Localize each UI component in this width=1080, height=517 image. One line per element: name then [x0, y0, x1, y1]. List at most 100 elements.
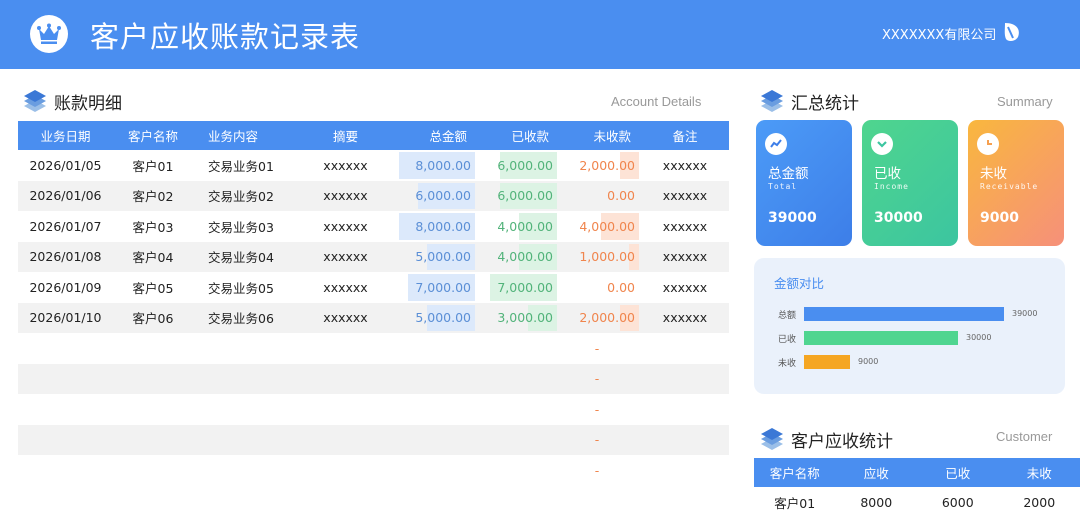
col-header-customer-name[interactable]: 客户名称 [754, 463, 836, 482]
receivable-card[interactable]: 未收 Receivable 9000 [968, 120, 1064, 246]
bar-value-label: 30000 [966, 333, 991, 342]
empty-spacer [18, 394, 559, 425]
cell-received: 3,000.00 [477, 303, 559, 334]
col-header-total[interactable]: 总金额 [393, 121, 477, 150]
income-card[interactable]: 已收 Income 30000 [862, 120, 958, 246]
cell-summary: xxxxxx [298, 150, 393, 181]
cell-date: 2026/01/08 [18, 242, 113, 273]
cell-received: 6,000.00 [477, 150, 559, 181]
cell-outstanding: 0.00 [559, 181, 641, 212]
cell-note: xxxxxx [641, 242, 729, 273]
cell-received: 4,000.00 [477, 242, 559, 273]
col-header-outstanding[interactable]: 未收 [999, 463, 1080, 482]
cell-received-value: 6,000.00 [497, 188, 553, 203]
table-row[interactable]: 2026/01/06客户02交易业务02xxxxxx6,000.006,000.… [18, 181, 729, 212]
summary-heading-text: 汇总统计 [791, 89, 859, 114]
cell-total: 7,000.00 [393, 272, 477, 303]
table-row[interactable]: 2026/01/09客户05交易业务05xxxxxx7,000.007,000.… [18, 272, 729, 303]
cell-customer: 客户06 [113, 303, 193, 334]
cell-outstanding: 4,000.00 [559, 211, 641, 242]
cell-outstanding-placeholder: - [559, 333, 641, 364]
cell-note: xxxxxx [641, 272, 729, 303]
col-header-summary[interactable]: 摘要 [298, 121, 393, 150]
cell-outstanding: 2,000.00 [559, 303, 641, 334]
cell-summary: xxxxxx [298, 181, 393, 212]
customer-heading-text: 客户应收统计 [791, 427, 893, 452]
cell-total: 5,000.00 [393, 303, 477, 334]
table-row[interactable]: 2026/01/08客户04交易业务04xxxxxx5,000.004,000.… [18, 242, 729, 273]
cell-content: 交易业务04 [193, 242, 298, 273]
table-row[interactable]: 2026/01/05客户01交易业务01xxxxxx8,000.006,000.… [18, 150, 729, 181]
bar-label: 已收 [778, 332, 796, 345]
cell-note: xxxxxx [641, 181, 729, 212]
empty-spacer [18, 364, 559, 395]
bar [804, 307, 1004, 321]
cell-received-value: 6,000.00 [497, 158, 553, 173]
empty-row: - [18, 333, 729, 364]
bar-label: 总额 [778, 308, 796, 321]
col-header-content[interactable]: 业务内容 [193, 121, 298, 150]
table-row[interactable]: 2026/01/10客户06交易业务06xxxxxx5,000.003,000.… [18, 303, 729, 334]
cell-content: 交易业务02 [193, 181, 298, 212]
cell-total: 5,000.00 [393, 242, 477, 273]
cell-date: 2026/01/05 [18, 150, 113, 181]
cell-received-value: 3,000.00 [497, 310, 553, 325]
cell-summary: xxxxxx [298, 242, 393, 273]
cell-date: 2026/01/06 [18, 181, 113, 212]
cell-received-value: 4,000.00 [497, 219, 553, 234]
col-header-due[interactable]: 应收 [836, 463, 918, 482]
company-name: XXXXXXX有限公司 [882, 24, 996, 43]
bar [804, 355, 850, 369]
table-row[interactable]: 2026/01/07客户03交易业务03xxxxxx8,000.004,000.… [18, 211, 729, 242]
cell-outstanding-placeholder: - [559, 394, 641, 425]
bar-value-label: 9000 [858, 357, 878, 366]
cell-total-value: 5,000.00 [415, 310, 471, 325]
total-card[interactable]: 总金额 Total 39000 [756, 120, 852, 246]
cell-outstanding-value: 2,000.00 [579, 310, 635, 325]
cell-received-value: 4,000.00 [497, 249, 553, 264]
cell-content: 交易业务05 [193, 272, 298, 303]
customer-heading-en: Customer [996, 429, 1052, 444]
cell-customer: 客户01 [113, 150, 193, 181]
details-table-header: 业务日期 客户名称 业务内容 摘要 总金额 已收款 未收款 备注 [18, 121, 729, 150]
total-card-value: 39000 [768, 210, 817, 226]
customer-table-row[interactable]: 客户01 8000 6000 2000 [754, 487, 1080, 517]
cell-outstanding: 2,000.00 [559, 150, 641, 181]
col-header-customer[interactable]: 客户名称 [113, 121, 193, 150]
cell-date: 2026/01/10 [18, 303, 113, 334]
clock-icon [977, 133, 999, 155]
cell-date: 2026/01/07 [18, 211, 113, 242]
page-title: 客户应收账款记录表 [90, 14, 360, 56]
bar-value-label: 39000 [1012, 309, 1037, 318]
cell-received: 7,000.00 [477, 272, 559, 303]
cell-received: 6,000.00 [477, 181, 559, 212]
details-table-body: 2026/01/05客户01交易业务01xxxxxx8,000.006,000.… [18, 150, 729, 486]
col-header-date[interactable]: 业务日期 [18, 121, 113, 150]
details-heading: 账款明细 [22, 89, 122, 114]
col-header-note[interactable]: 备注 [641, 121, 729, 150]
cell-total-value: 6,000.00 [415, 188, 471, 203]
empty-row: - [18, 394, 729, 425]
amount-comparison-panel: 金额对比 总额 39000 已收 30000 未收 9000 [754, 258, 1065, 394]
cell-due: 8000 [836, 495, 918, 510]
cell-content: 交易业务01 [193, 150, 298, 181]
cell-outstanding: 0.00 [559, 272, 641, 303]
cell-content: 交易业务06 [193, 303, 298, 334]
cell-total: 8,000.00 [393, 211, 477, 242]
cell-summary: xxxxxx [298, 211, 393, 242]
comparison-title: 金额对比 [774, 273, 824, 292]
col-header-outstanding[interactable]: 未收款 [559, 121, 641, 150]
cell-received: 4,000.00 [477, 211, 559, 242]
cell-outstanding: 2000 [999, 495, 1080, 510]
check-icon [871, 133, 893, 155]
col-header-received[interactable]: 已收款 [477, 121, 559, 150]
bar [804, 331, 958, 345]
cell-total-value: 7,000.00 [415, 280, 471, 295]
col-header-received[interactable]: 已收 [917, 463, 999, 482]
cell-customer: 客户04 [113, 242, 193, 273]
stack-icon [759, 428, 785, 452]
leaf-icon [1002, 21, 1022, 43]
bar-label: 未收 [778, 356, 796, 369]
cell-outstanding-value: 0.00 [607, 280, 635, 295]
cell-customer: 客户03 [113, 211, 193, 242]
